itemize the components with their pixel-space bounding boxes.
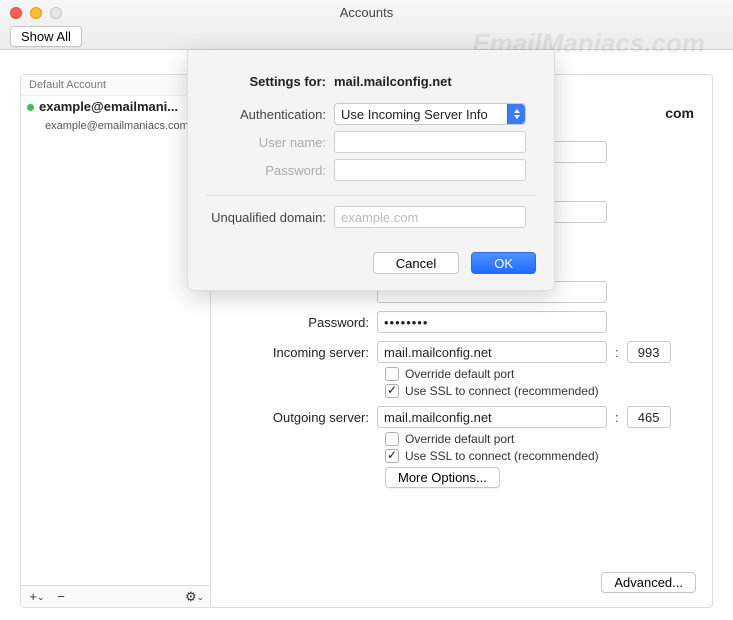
outgoing-ssl-label: Use SSL to connect (recommended) [405, 449, 599, 463]
outgoing-ssl-checkbox[interactable] [385, 449, 399, 463]
unqualified-domain-field[interactable] [334, 206, 526, 228]
zoom-icon[interactable] [50, 7, 62, 19]
username-field[interactable] [334, 131, 526, 153]
remove-account-button[interactable]: − [51, 589, 71, 605]
account-row[interactable]: example@emailmani... [21, 96, 210, 117]
account-name: example@emailmani... [39, 99, 178, 114]
outgoing-server-field[interactable]: mail.mailconfig.net [377, 406, 607, 428]
chevron-updown-icon [507, 104, 525, 124]
cancel-button[interactable]: Cancel [373, 252, 459, 274]
close-icon[interactable] [10, 7, 22, 19]
status-dot-icon [27, 104, 34, 111]
outgoing-server-label: Outgoing server: [225, 410, 377, 425]
port-separator: : [607, 345, 627, 360]
titlebar: Accounts Show All [0, 0, 733, 50]
incoming-server-label: Incoming server: [225, 345, 377, 360]
smtp-settings-sheet: Settings for: mail.mailconfig.net Authen… [187, 50, 555, 291]
action-menu-button[interactable]: ⚙︎⌄ [184, 589, 204, 605]
unqualified-domain-label: Unqualified domain: [206, 210, 334, 225]
outgoing-override-port-checkbox[interactable] [385, 432, 399, 446]
gear-icon: ⚙︎ [185, 589, 197, 604]
port-separator: : [607, 410, 627, 425]
password-field[interactable]: •••••••• [377, 311, 607, 333]
sidebar-header: Default Account [21, 75, 210, 96]
show-all-button[interactable]: Show All [10, 26, 82, 47]
traffic-lights [10, 7, 62, 19]
smtp-password-field[interactable] [334, 159, 526, 181]
incoming-override-port-label: Override default port [405, 367, 514, 381]
chevron-down-icon: ⌄ [37, 592, 45, 602]
plus-icon: + [29, 589, 37, 604]
settings-for-value: mail.mailconfig.net [334, 74, 452, 89]
window-title: Accounts [0, 0, 733, 20]
incoming-ssl-label: Use SSL to connect (recommended) [405, 384, 599, 398]
account-title-peek: com [665, 105, 694, 121]
authentication-value: Use Incoming Server Info [341, 107, 488, 122]
settings-for-label: Settings for: [206, 74, 334, 89]
username-label: User name: [206, 135, 334, 150]
outgoing-override-port-label: Override default port [405, 432, 514, 446]
password-label: Password: [225, 315, 377, 330]
incoming-ssl-checkbox[interactable] [385, 384, 399, 398]
authentication-select[interactable]: Use Incoming Server Info [334, 103, 526, 125]
incoming-override-port-checkbox[interactable] [385, 367, 399, 381]
accounts-sidebar: Default Account example@emailmani... exa… [21, 75, 211, 607]
smtp-password-label: Password: [206, 163, 334, 178]
sidebar-footer: +⌄ − ⚙︎⌄ [21, 585, 210, 607]
chevron-down-icon: ⌄ [197, 592, 205, 602]
advanced-button[interactable]: Advanced... [601, 572, 696, 593]
ok-button[interactable]: OK [471, 252, 536, 274]
authentication-label: Authentication: [206, 107, 334, 122]
more-options-button[interactable]: More Options... [385, 467, 500, 488]
incoming-server-field[interactable]: mail.mailconfig.net [377, 341, 607, 363]
outgoing-port-field[interactable]: 465 [627, 406, 671, 428]
incoming-port-field[interactable]: 993 [627, 341, 671, 363]
add-account-button[interactable]: +⌄ [27, 589, 47, 605]
minimize-icon[interactable] [30, 7, 42, 19]
account-email: example@emailmaniacs.com [21, 117, 210, 135]
